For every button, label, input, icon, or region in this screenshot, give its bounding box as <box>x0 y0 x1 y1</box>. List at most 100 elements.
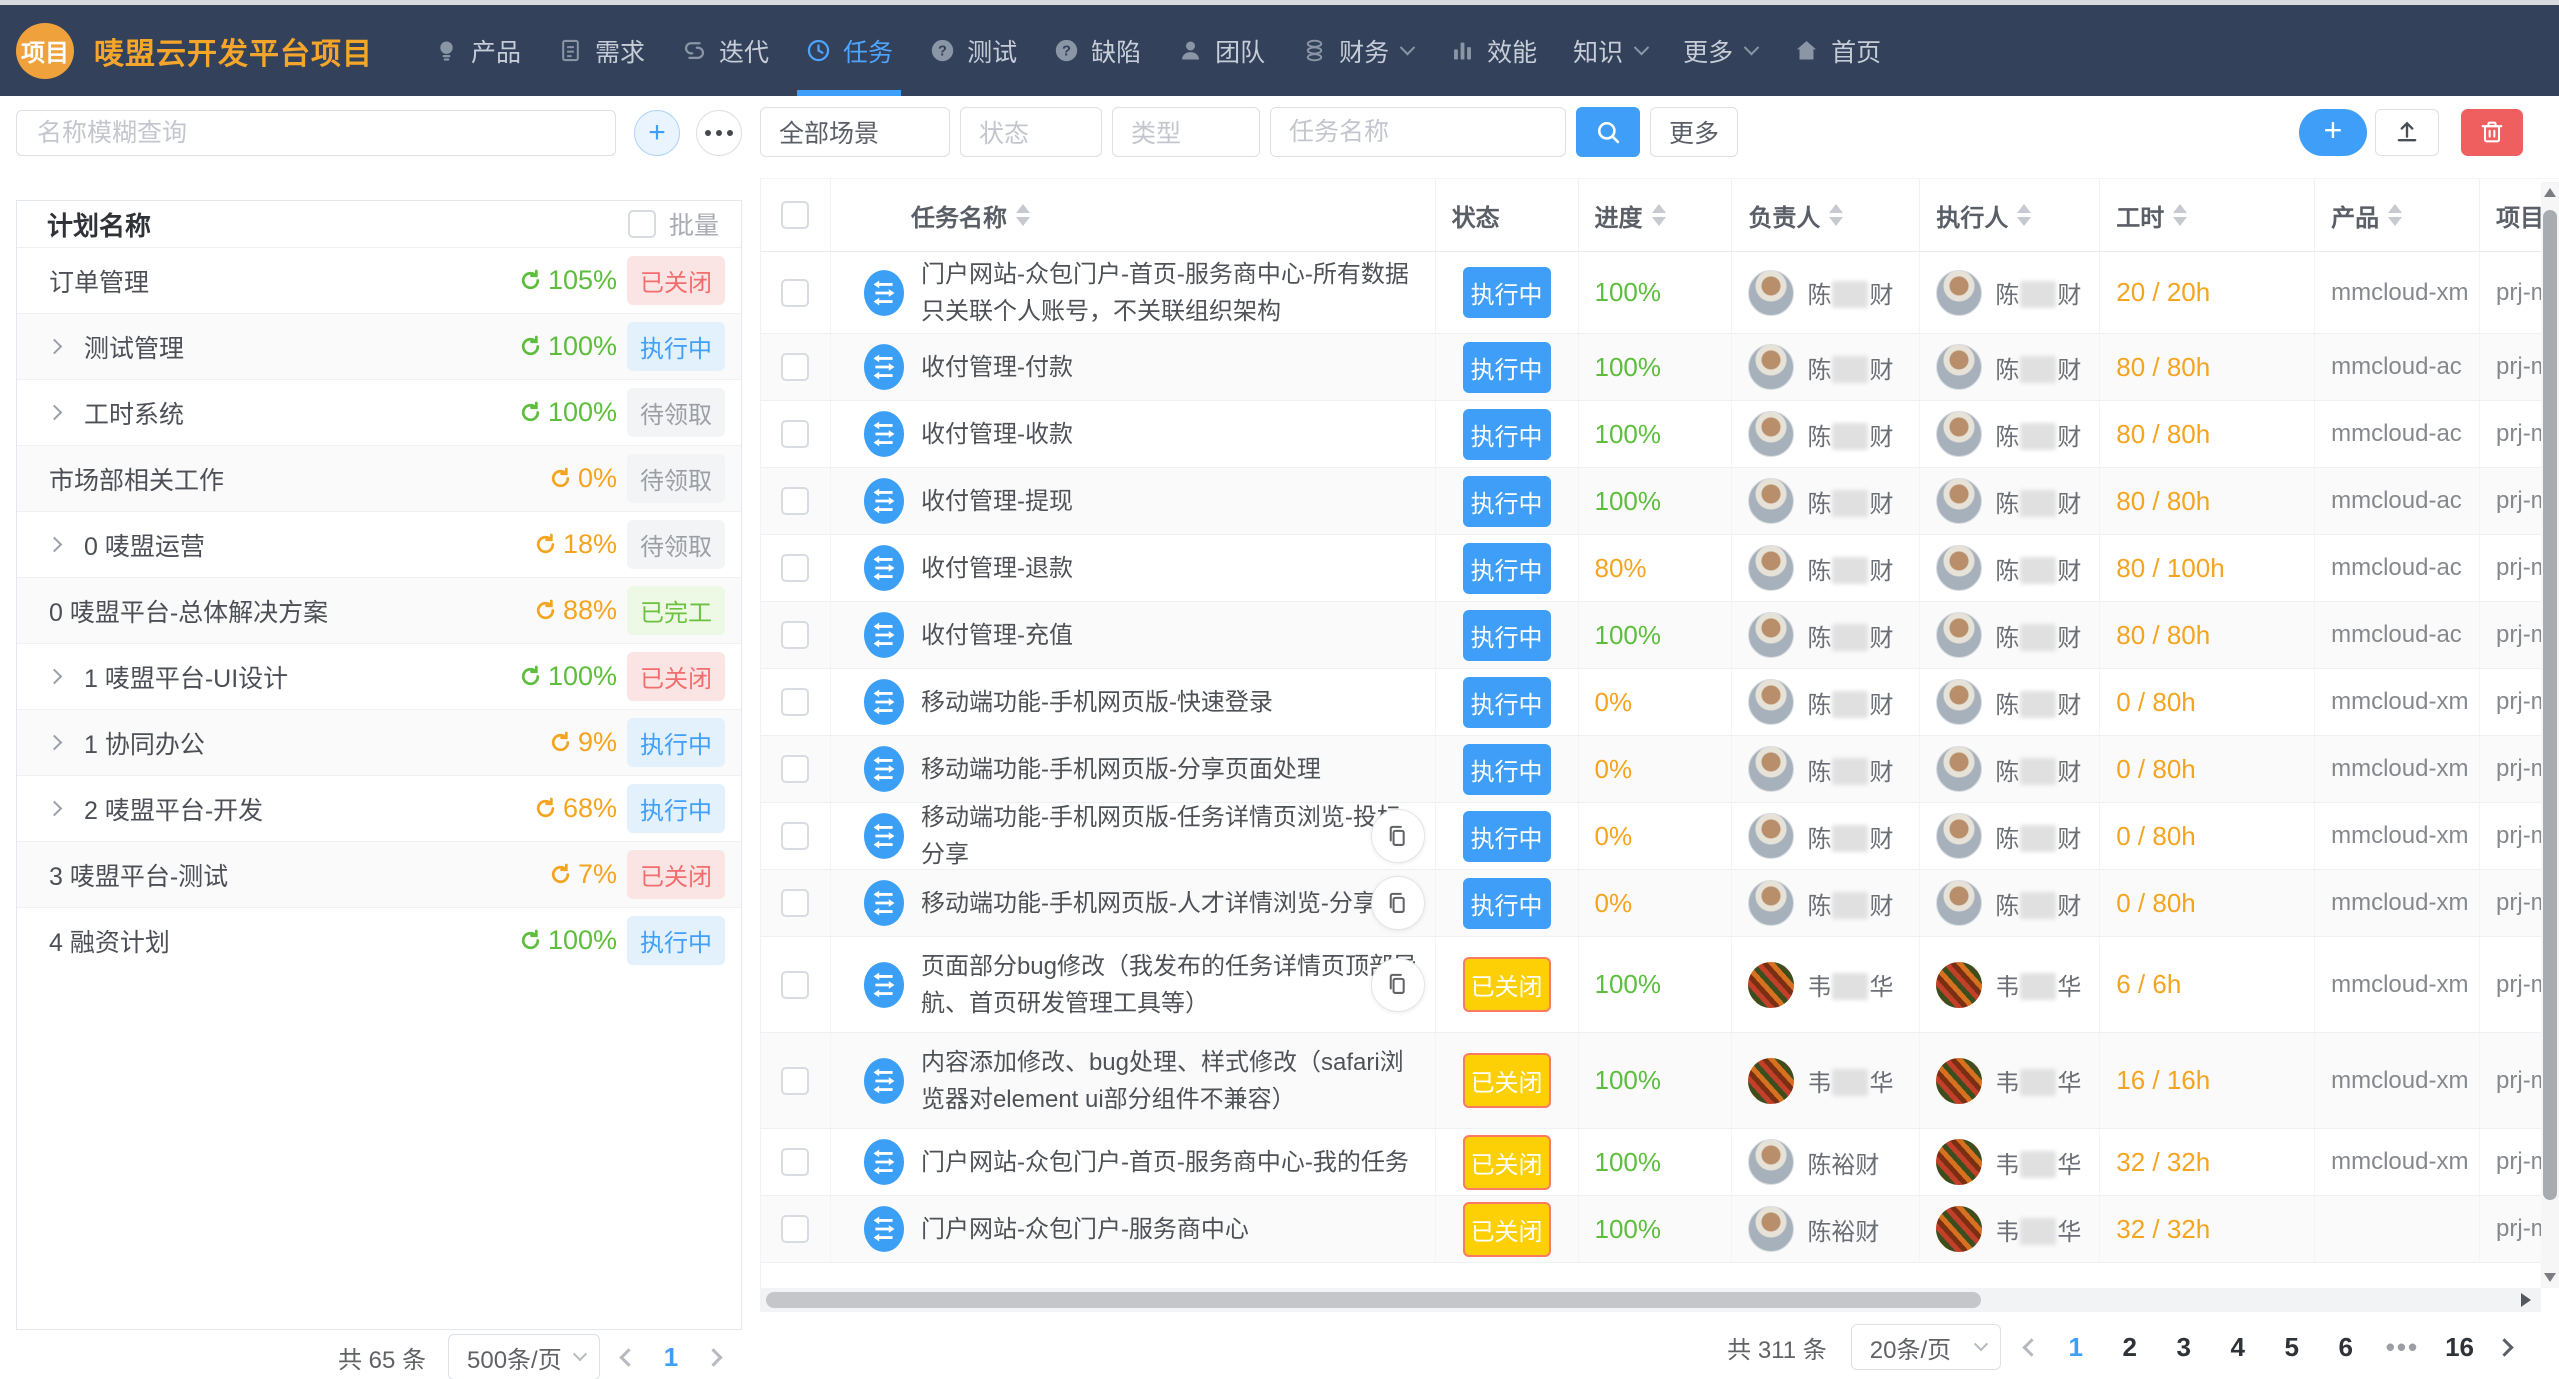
select-all-checkbox[interactable] <box>781 201 809 229</box>
copy-button[interactable] <box>1371 809 1425 863</box>
scroll-down-icon[interactable] <box>2544 1273 2556 1282</box>
expand-chevron-icon[interactable] <box>47 537 63 553</box>
task-name[interactable]: 收付管理-收款 <box>921 416 1073 453</box>
row-checkbox[interactable] <box>781 554 809 582</box>
row-checkbox[interactable] <box>781 279 809 307</box>
task-name[interactable]: 移动端功能-手机网页版-快速登录 <box>921 684 1273 721</box>
page-number-3[interactable]: 3 <box>2170 1332 2198 1363</box>
task-name-cell[interactable]: 门户网站-众包门户-首页-服务商中心-我的任务 <box>831 1129 1436 1195</box>
task-name-cell[interactable]: 移动端功能-手机网页版-人才详情浏览-分享 <box>831 870 1436 936</box>
column-header-产品[interactable]: 产品 <box>2315 179 2480 251</box>
task-name[interactable]: 页面部分bug修改（我发布的任务详情页顶部导航、首页研发管理工具等） <box>921 948 1423 1022</box>
filter-more-button[interactable]: 更多 <box>1650 107 1738 157</box>
task-name[interactable]: 移动端功能-手机网页版-人才详情浏览-分享 <box>921 885 1377 922</box>
column-header-任务名称[interactable]: 任务名称 <box>831 179 1436 251</box>
type-select[interactable]: 类型 <box>1112 107 1260 157</box>
task-name-cell[interactable]: 移动端功能-手机网页版-快速登录 <box>831 669 1436 735</box>
plan-page-size-select[interactable]: 500条/页 <box>448 1334 600 1379</box>
plan-row[interactable]: 1 唛盟平台-UI设计100%已关闭 <box>17 643 741 709</box>
task-name-cell[interactable]: 内容添加修改、bug处理、样式修改（safari浏览器对element ui部分… <box>831 1033 1436 1128</box>
sort-icon[interactable] <box>2017 204 2031 226</box>
row-checkbox[interactable] <box>781 688 809 716</box>
column-header-执行人[interactable]: 执行人 <box>1920 179 2100 251</box>
row-checkbox[interactable] <box>781 487 809 515</box>
scene-select[interactable]: 全部场景 <box>760 107 950 157</box>
expand-chevron-icon[interactable] <box>47 801 63 817</box>
task-name[interactable]: 收付管理-充值 <box>921 617 1073 654</box>
delete-button[interactable] <box>2461 109 2523 156</box>
task-page-size-select[interactable]: 20条/页 <box>1851 1324 2001 1370</box>
vertical-scrollbar[interactable] <box>2541 182 2559 1288</box>
table-row[interactable]: 移动端功能-手机网页版-分享页面处理执行中0%陈财陈财0 / 80hmmclou… <box>761 736 2559 803</box>
nav-item-测试[interactable]: ?测试 <box>911 5 1035 96</box>
table-row[interactable]: 门户网站-众包门户-服务商中心已关闭100%陈裕财韦华32 / 32hprj-m <box>761 1196 2559 1263</box>
scroll-right-icon[interactable] <box>2521 1293 2531 1307</box>
table-row[interactable]: 收付管理-提现执行中100%陈财陈财80 / 80hmmcloud-acprj-… <box>761 468 2559 535</box>
row-checkbox[interactable] <box>781 621 809 649</box>
row-checkbox[interactable] <box>781 1215 809 1243</box>
nav-item-迭代[interactable]: 迭代 <box>663 5 787 96</box>
batch-checkbox[interactable] <box>628 210 656 238</box>
plan-row[interactable]: 4 融资计划100%执行中 <box>17 907 741 973</box>
expand-chevron-icon[interactable] <box>47 735 63 751</box>
task-name-cell[interactable]: 收付管理-退款 <box>831 535 1436 601</box>
plan-row[interactable]: 2 唛盟平台-开发68%执行中 <box>17 775 741 841</box>
table-row[interactable]: 门户网站-众包门户-首页-服务商中心-我的任务已关闭100%陈裕财韦华32 / … <box>761 1129 2559 1196</box>
plan-more-button[interactable] <box>696 110 742 156</box>
row-checkbox[interactable] <box>781 889 809 917</box>
page-number-6[interactable]: 6 <box>2332 1332 2360 1363</box>
plan-row[interactable]: 订单管理105%已关闭 <box>17 247 741 313</box>
expand-chevron-icon[interactable] <box>47 339 63 355</box>
task-name[interactable]: 收付管理-提现 <box>921 483 1073 520</box>
row-checkbox[interactable] <box>781 755 809 783</box>
task-name-cell[interactable]: 收付管理-充值 <box>831 602 1436 668</box>
column-header-进度[interactable]: 进度 <box>1579 179 1733 251</box>
page-ellipsis[interactable]: ••• <box>2386 1332 2419 1363</box>
table-row[interactable]: 页面部分bug修改（我发布的任务详情页顶部导航、首页研发管理工具等）已关闭100… <box>761 937 2559 1033</box>
nav-item-财务[interactable]: 财务 <box>1283 5 1431 96</box>
horizontal-scrollbar[interactable] <box>760 1288 2541 1312</box>
table-row[interactable]: 收付管理-收款执行中100%陈财陈财80 / 80hmmcloud-acprj-… <box>761 401 2559 468</box>
task-name[interactable]: 移动端功能-手机网页版-任务详情页浏览-投标-分享 <box>921 803 1423 869</box>
search-button[interactable] <box>1576 107 1640 157</box>
nav-item-效能[interactable]: 效能 <box>1431 5 1555 96</box>
table-row[interactable]: 收付管理-充值执行中100%陈财陈财80 / 80hmmcloud-acprj-… <box>761 602 2559 669</box>
plan-next-page-icon[interactable] <box>704 1348 722 1366</box>
plan-row[interactable]: 0 唛盟平台-总体解决方案88%已完工 <box>17 577 741 643</box>
page-number-5[interactable]: 5 <box>2278 1332 2306 1363</box>
table-row[interactable]: 收付管理-付款执行中100%陈财陈财80 / 80hmmcloud-acprj-… <box>761 334 2559 401</box>
copy-button[interactable] <box>1371 876 1425 930</box>
task-name[interactable]: 门户网站-众包门户-首页-服务商中心-我的任务 <box>921 1144 1409 1181</box>
task-name-cell[interactable]: 门户网站-众包门户-首页-服务商中心-所有数据只关联个人账号，不关联组织架构 <box>831 252 1436 333</box>
add-plan-button[interactable]: + <box>634 110 680 156</box>
table-row[interactable]: 门户网站-众包门户-首页-服务商中心-所有数据只关联个人账号，不关联组织架构执行… <box>761 252 2559 334</box>
table-row[interactable]: 内容添加修改、bug处理、样式修改（safari浏览器对element ui部分… <box>761 1033 2559 1129</box>
sort-icon[interactable] <box>1829 204 1843 226</box>
table-row[interactable]: 移动端功能-手机网页版-任务详情页浏览-投标-分享执行中0%陈财陈财0 / 80… <box>761 803 2559 870</box>
task-name-cell[interactable]: 收付管理-付款 <box>831 334 1436 400</box>
horizontal-scrollbar-thumb[interactable] <box>766 1292 1981 1308</box>
task-name[interactable]: 门户网站-众包门户-首页-服务商中心-所有数据只关联个人账号，不关联组织架构 <box>921 256 1423 330</box>
task-name[interactable]: 收付管理-付款 <box>921 349 1073 386</box>
export-button[interactable] <box>2375 109 2439 156</box>
sort-icon[interactable] <box>2173 204 2187 226</box>
sort-icon[interactable] <box>1652 204 1666 226</box>
task-name[interactable]: 内容添加修改、bug处理、样式修改（safari浏览器对element ui部分… <box>921 1044 1423 1118</box>
table-row[interactable]: 收付管理-退款执行中80%陈财陈财80 / 100hmmcloud-acprj-… <box>761 535 2559 602</box>
page-number-2[interactable]: 2 <box>2116 1332 2144 1363</box>
nav-item-知识[interactable]: 知识 <box>1555 5 1665 96</box>
task-name[interactable]: 收付管理-退款 <box>921 550 1073 587</box>
nav-item-团队[interactable]: 团队 <box>1159 5 1283 96</box>
row-checkbox[interactable] <box>781 971 809 999</box>
row-checkbox[interactable] <box>781 353 809 381</box>
status-select[interactable]: 状态 <box>960 107 1102 157</box>
task-name-cell[interactable]: 移动端功能-手机网页版-任务详情页浏览-投标-分享 <box>831 803 1436 869</box>
row-checkbox[interactable] <box>781 822 809 850</box>
task-name-cell[interactable]: 页面部分bug修改（我发布的任务详情页顶部导航、首页研发管理工具等） <box>831 937 1436 1032</box>
page-number-16[interactable]: 16 <box>2445 1332 2474 1363</box>
plan-search-input[interactable] <box>16 110 616 156</box>
expand-chevron-icon[interactable] <box>47 405 63 421</box>
scroll-up-icon[interactable] <box>2544 188 2556 197</box>
plan-prev-page-icon[interactable] <box>619 1348 637 1366</box>
add-task-button[interactable]: + <box>2299 109 2367 156</box>
